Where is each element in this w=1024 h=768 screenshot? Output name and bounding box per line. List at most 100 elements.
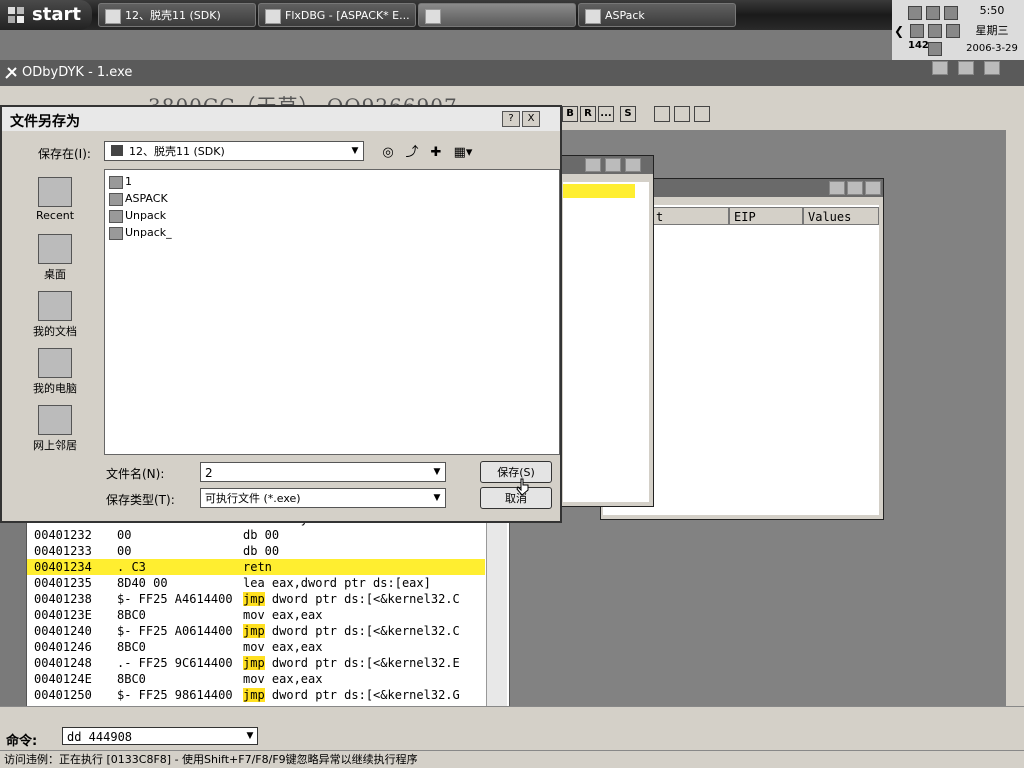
window-title-bar[interactable]	[561, 156, 653, 174]
filename-label: 文件名(N):	[106, 467, 165, 481]
maximize-icon[interactable]	[958, 61, 974, 75]
horizontal-scrollbar[interactable]	[0, 706, 1024, 725]
lock-icon[interactable]	[928, 42, 942, 56]
command-label: 命令:	[6, 734, 38, 749]
asm-cell: jmp dword ptr ds:[<&kernel32.C	[243, 623, 460, 639]
address-cell: 00401248	[34, 656, 92, 670]
toolbar-tools-icon[interactable]	[674, 106, 690, 122]
toolbar-list-icon[interactable]	[654, 106, 670, 122]
list-item[interactable]: Unpack	[109, 208, 166, 224]
chevron-down-icon[interactable]: ▼	[430, 490, 444, 506]
table-row[interactable]: 00401246 8BC0 mov eax,eax	[27, 639, 485, 655]
table-row[interactable]: 00401240 $- FF25 A0614400 jmp dword ptr ds…	[27, 623, 485, 639]
address-cell: 00401238	[34, 592, 92, 606]
asm-operand: dword ptr ds:[<&kernel32.C	[264, 592, 460, 606]
folder-icon	[109, 176, 123, 189]
input-method-icon[interactable]	[946, 24, 960, 38]
disassembly-scrollbar[interactable]	[486, 510, 507, 706]
list-item[interactable]: Unpack_	[109, 225, 172, 241]
place-label: 我的文档	[33, 325, 77, 338]
filename-input[interactable]: 2	[200, 462, 446, 482]
place-desktop[interactable]: 桌面	[24, 234, 86, 282]
close-icon[interactable]	[865, 181, 881, 195]
help-button[interactable]: ?	[502, 111, 520, 127]
tray-number[interactable]: 142	[908, 40, 929, 51]
place-recent[interactable]: Recent	[24, 177, 86, 222]
table-row[interactable]: 00401232 00 db 00	[27, 527, 485, 543]
chevron-down-icon[interactable]: ▼	[348, 143, 362, 159]
table-row-selected[interactable]: 00401234 . C3 retn	[27, 559, 485, 575]
asm-cell: mov eax,eax	[243, 608, 323, 622]
taskbar-item-ollydbg[interactable]	[418, 3, 576, 27]
toolbar-help-icon[interactable]	[694, 106, 710, 122]
taskbar-item-label: ASPack	[605, 9, 645, 22]
command-input[interactable]: dd 444908	[62, 727, 258, 745]
table-row[interactable]: 00401235 8D40 00 lea eax,dword ptr ds:[eax…	[27, 575, 485, 591]
place-my-computer[interactable]: 我的电脑	[24, 348, 86, 396]
minimize-icon[interactable]	[829, 181, 845, 195]
column-header[interactable]: t	[651, 207, 729, 225]
address-cell: 00401233	[34, 544, 92, 558]
place-network[interactable]: 网上邻居	[24, 405, 86, 453]
new-folder-icon[interactable]: ✚	[428, 145, 444, 161]
toolbar-button-r[interactable]: R	[580, 106, 596, 122]
speaker-icon[interactable]	[910, 24, 924, 38]
chevron-down-icon[interactable]: ▼	[244, 729, 256, 743]
list-item[interactable]: 1	[109, 174, 132, 190]
debugger-title-bar: ODbyDYK - 1.exe	[0, 60, 1024, 86]
view-menu-icon[interactable]: ▦▾	[452, 145, 474, 161]
windows-logo-icon	[8, 7, 24, 23]
minimize-icon[interactable]	[585, 158, 601, 172]
hex-cell: 8BC0	[117, 672, 146, 686]
column-header-values[interactable]: Values	[803, 207, 879, 225]
close-icon[interactable]	[984, 61, 1000, 75]
hex-cell: 8D40 00	[117, 576, 168, 590]
table-row[interactable]: 00401233 00 db 00	[27, 543, 485, 559]
network-icon[interactable]	[908, 6, 922, 20]
toolbar-button-more[interactable]: ...	[598, 106, 614, 122]
table-row[interactable]: 00401238 $- FF25 A4614400 jmp dword ptr ds…	[27, 591, 485, 607]
toolbar-button-b[interactable]: B	[562, 106, 578, 122]
up-folder-icon[interactable]: ⤴	[404, 145, 420, 161]
table-row[interactable]: 00401250 $- FF25 98614400 jmp dword ptr ds…	[27, 687, 485, 703]
start-button[interactable]: start	[0, 0, 92, 30]
taskbar-item-folder[interactable]: 12、脱壳11 (SDK)	[98, 3, 256, 27]
chevron-left-icon[interactable]: ❮	[894, 24, 904, 38]
taskbar-item-aspack[interactable]: ASPack	[578, 3, 736, 27]
selected-row[interactable]	[563, 184, 635, 198]
back-icon[interactable]: ◎	[380, 145, 396, 161]
maximize-icon[interactable]	[847, 181, 863, 195]
network-icon[interactable]	[944, 6, 958, 20]
taskbar-item-flxdbg[interactable]: FlxDBG - [ASPACK* E...	[258, 3, 416, 27]
clock[interactable]: 5:50	[962, 4, 1022, 17]
hex-cell: $- FF25 A4614400	[117, 592, 233, 606]
right-scrollbar[interactable]	[1006, 130, 1024, 710]
taskbar-item-label: FlxDBG - [ASPACK* E...	[285, 9, 410, 22]
threads-window[interactable]	[560, 155, 654, 507]
minimize-icon[interactable]	[932, 61, 948, 75]
window-body	[563, 182, 649, 502]
save-in-dropdown[interactable]: 12、脱壳11 (SDK)	[104, 141, 364, 161]
place-my-documents[interactable]: 我的文档	[24, 291, 86, 339]
list-item[interactable]: ASPACK	[109, 191, 168, 207]
file-name: Unpack	[125, 209, 167, 222]
dialog-title-bar[interactable]: 文件另存为 ? X	[2, 107, 560, 131]
close-button[interactable]: X	[522, 111, 540, 127]
table-row[interactable]: 0040124E 8BC0 mov eax,eax	[27, 671, 485, 687]
close-icon[interactable]	[625, 158, 641, 172]
file-name: 1	[125, 175, 132, 188]
disassembly-pane[interactable]: 00401230^ 79 4C 73ascii "SysCom" 0040123…	[26, 510, 510, 708]
address-cell: 00401246	[34, 640, 92, 654]
maximize-icon[interactable]	[605, 158, 621, 172]
network-icon[interactable]	[926, 6, 940, 20]
file-list[interactable]: 1 ASPACK Unpack Unpack_	[104, 169, 560, 455]
chevron-down-icon[interactable]: ▼	[430, 464, 444, 480]
place-label: 桌面	[44, 268, 66, 281]
table-row[interactable]: 00401248 .- FF25 9C614400 jmp dword ptr ds…	[27, 655, 485, 671]
filetype-dropdown[interactable]: 可执行文件 (*.exe)	[200, 488, 446, 508]
security-icon[interactable]	[928, 24, 942, 38]
table-row[interactable]: 0040123E 8BC0 mov eax,eax	[27, 607, 485, 623]
address-cell: 0040124E	[34, 672, 92, 686]
column-header-eip[interactable]: EIP	[729, 207, 803, 225]
toolbar-button-s[interactable]: S	[620, 106, 636, 122]
